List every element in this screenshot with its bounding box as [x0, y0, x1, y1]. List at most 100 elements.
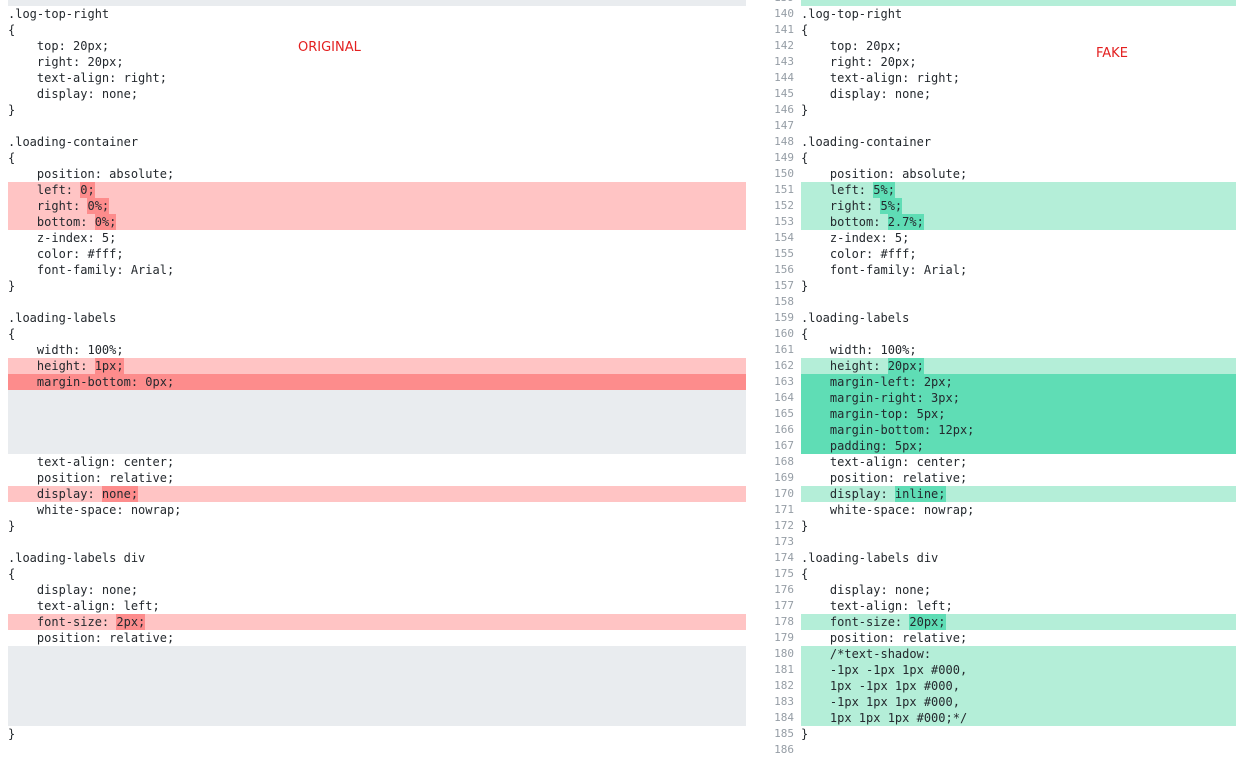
- code-line: 169 position: relative;: [766, 470, 1236, 486]
- line-number: 178: [774, 615, 794, 628]
- line-number: 162: [774, 359, 794, 372]
- code-line: font-family: Arial;: [0, 262, 746, 278]
- code-text: [8, 438, 746, 454]
- code-token: right:: [801, 199, 881, 213]
- code-line: 157}: [766, 278, 1236, 294]
- line-number: 147: [774, 119, 794, 132]
- changed-token: margin-bottom: 12px;: [801, 422, 975, 438]
- code-token: {: [801, 567, 809, 581]
- code-text: .loading-labels div: [801, 550, 1236, 566]
- code-text: }: [801, 518, 1236, 534]
- code-text: display: none;: [8, 582, 746, 598]
- code-token: font-family: Arial;: [801, 263, 968, 277]
- code-line: right: 20px;: [0, 54, 746, 70]
- code-text: margin-bottom: 0px;: [8, 374, 746, 390]
- code-line: {: [0, 326, 746, 342]
- code-line: color: #fff;: [0, 246, 746, 262]
- code-text: padding: 5px;: [801, 438, 1236, 454]
- code-token: position: absolute;: [801, 167, 968, 181]
- added-line: 184 1px 1px 1px #000;*/: [766, 710, 1236, 726]
- line-number: 153: [774, 215, 794, 228]
- code-line: }: [0, 518, 746, 534]
- code-line: {: [0, 150, 746, 166]
- code-line: }: [0, 726, 746, 742]
- code-token: font-size:: [8, 615, 117, 629]
- line-number: 140: [774, 7, 794, 20]
- code-line: position: relative;: [0, 630, 746, 646]
- changed-token: margin-top: 5px;: [801, 406, 946, 422]
- line-number: 159: [774, 311, 794, 324]
- added-line: 166 margin-bottom: 12px;: [766, 422, 1236, 438]
- changed-token: 5%;: [873, 182, 895, 198]
- added-line: 152 right: 5%;: [766, 198, 1236, 214]
- code-token: .log-top-right: [801, 7, 903, 21]
- code-text: 1px 1px 1px #000;*/: [801, 710, 1236, 726]
- line-number: 157: [774, 279, 794, 292]
- code-token: top: 20px;: [8, 39, 110, 53]
- changed-token: margin-right: 3px;: [801, 390, 960, 406]
- line-number: 149: [774, 151, 794, 164]
- line-number: 146: [774, 103, 794, 116]
- code-line: .loading-labels: [0, 310, 746, 326]
- code-token: display:: [801, 487, 895, 501]
- code-line: {: [0, 566, 746, 582]
- line-number: 158: [774, 295, 794, 308]
- code-token: .loading-labels div: [8, 551, 146, 565]
- line-number: 177: [774, 599, 794, 612]
- changed-token: 2.7%;: [887, 214, 924, 230]
- code-text: margin-left: 2px;: [801, 374, 1236, 390]
- line-number: 164: [774, 391, 794, 404]
- code-token: text-align: center;: [8, 455, 175, 469]
- code-token: {: [801, 23, 809, 37]
- changed-token: inline;: [894, 486, 946, 502]
- line-number: 165: [774, 407, 794, 420]
- line-number: 174: [774, 551, 794, 564]
- code-token: 1px -1px 1px #000,: [801, 679, 960, 693]
- code-text: [8, 646, 746, 662]
- code-token: height:: [801, 359, 888, 373]
- code-line: .loading-labels div: [0, 550, 746, 566]
- code-text: position: relative;: [8, 470, 746, 486]
- code-text: }: [8, 726, 746, 742]
- original-code-pane[interactable]: .log-top-right{ top: 20px; right: 20px; …: [0, 0, 746, 742]
- added-line: 165 margin-top: 5px;: [766, 406, 1236, 422]
- code-text: bottom: 0%;: [8, 214, 746, 230]
- line-number: 173: [774, 535, 794, 548]
- line-number: 148: [774, 135, 794, 148]
- code-text: {: [8, 22, 746, 38]
- code-token: {: [8, 567, 16, 581]
- code-text: width: 100%;: [801, 342, 1236, 358]
- code-line: 156 font-family: Arial;: [766, 262, 1236, 278]
- code-line: 171 white-space: nowrap;: [766, 502, 1236, 518]
- changed-token: 5%;: [880, 198, 903, 214]
- added-line: 170 display: inline;: [766, 486, 1236, 502]
- code-token: {: [801, 327, 809, 341]
- code-text: margin-top: 5px;: [801, 406, 1236, 422]
- changed-token: margin-bottom: 0px;: [8, 374, 175, 390]
- line-number: 186: [774, 743, 794, 756]
- line-number: 144: [774, 71, 794, 84]
- code-text: position: absolute;: [801, 166, 1236, 182]
- line-number: 163: [774, 375, 794, 388]
- code-line: 175 {: [766, 566, 1236, 582]
- code-text: .log-top-right: [8, 6, 746, 22]
- code-line: position: absolute;: [0, 166, 746, 182]
- code-token: }: [8, 519, 16, 533]
- fake-code-pane[interactable]: 139140.log-top-right141{142 top: 20px;14…: [766, 0, 1236, 758]
- line-number: 175: [774, 567, 794, 580]
- line-number: 160: [774, 327, 794, 340]
- code-line: 176 display: none;: [766, 582, 1236, 598]
- code-line: }: [0, 278, 746, 294]
- code-text: position: relative;: [8, 630, 746, 646]
- empty-gap-line: [0, 422, 746, 438]
- added-line: 183 -1px 1px 1px #000,: [766, 694, 1236, 710]
- code-text: {: [8, 326, 746, 342]
- code-token: {: [8, 327, 16, 341]
- code-line: .loading-container: [0, 134, 746, 150]
- code-text: display: none;: [8, 486, 746, 502]
- code-line: 174 .loading-labels div: [766, 550, 1236, 566]
- code-text: margin-bottom: 12px;: [801, 422, 1236, 438]
- changed-token: none;: [101, 486, 139, 502]
